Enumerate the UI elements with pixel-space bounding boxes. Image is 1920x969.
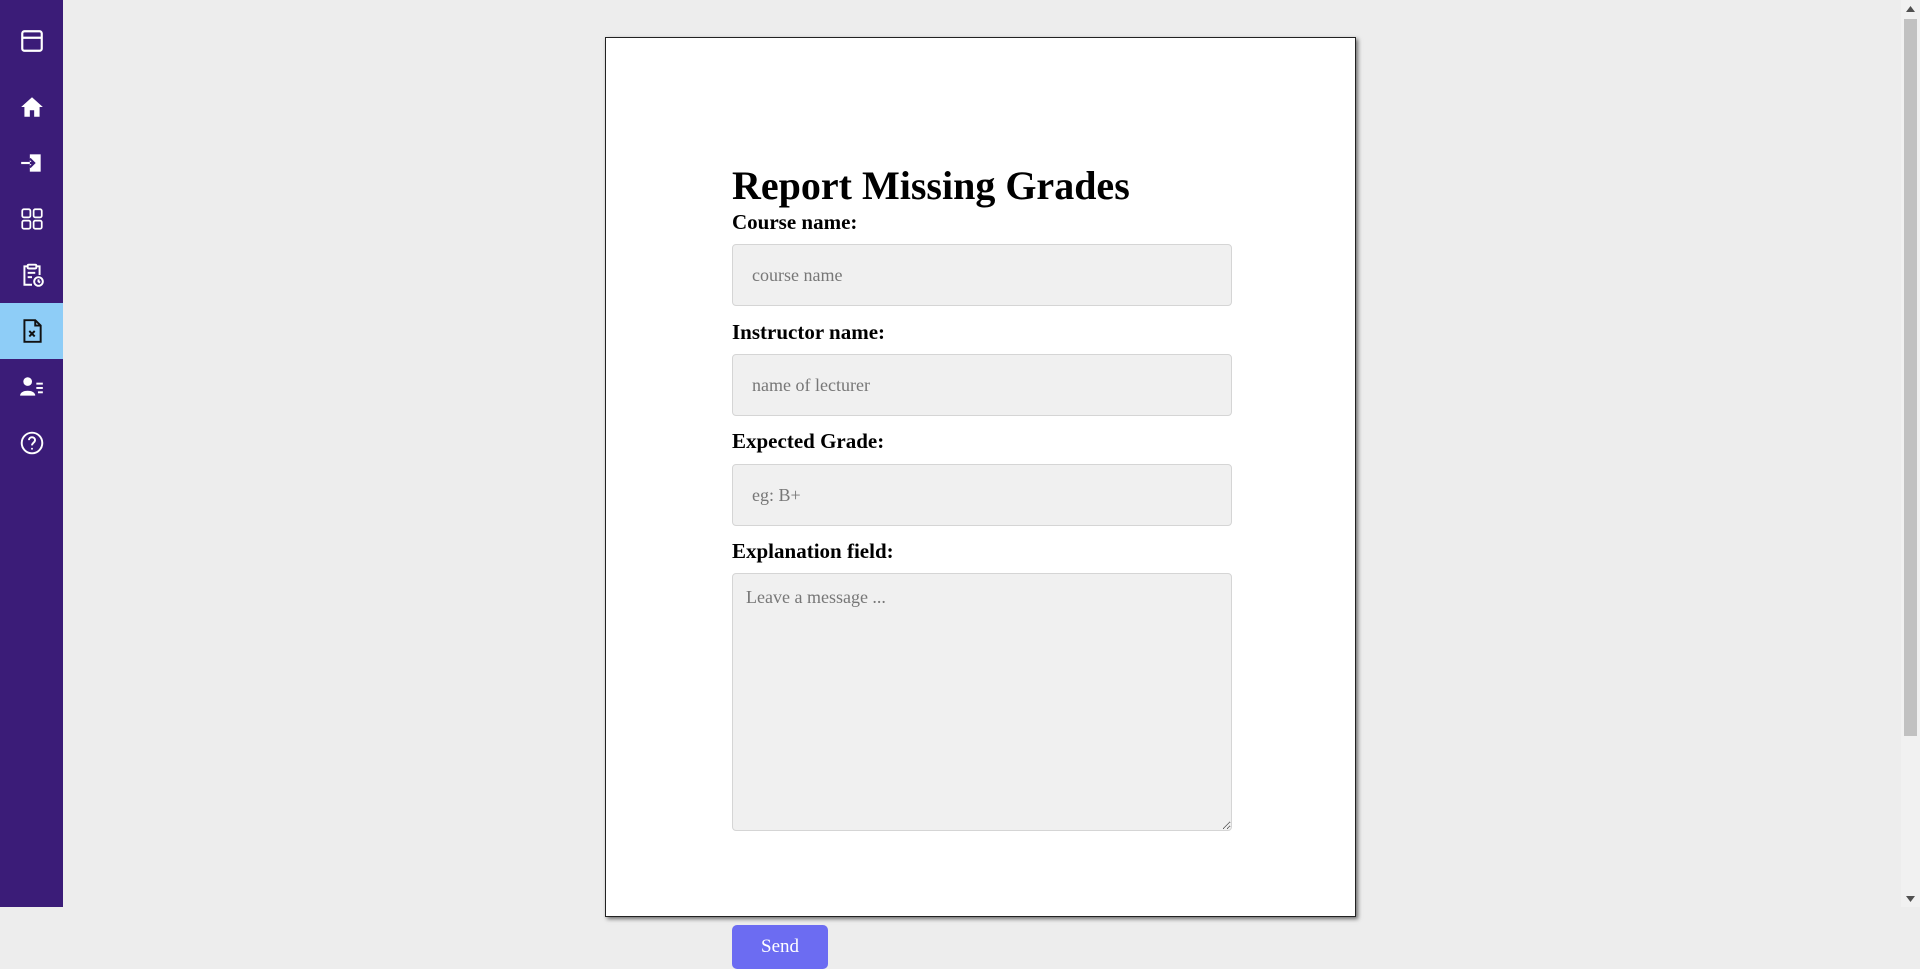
sidebar-item-schedule[interactable] — [0, 247, 63, 303]
sidebar-item-missing-grades[interactable] — [0, 303, 63, 359]
report-form: Report Missing Grades Course name: Instr… — [732, 162, 1232, 969]
send-button[interactable]: Send — [732, 925, 828, 969]
chevron-down-icon — [1906, 895, 1915, 902]
instructor-name-input[interactable] — [732, 354, 1232, 416]
report-card: Report Missing Grades Course name: Instr… — [605, 37, 1356, 969]
sidebar — [0, 0, 63, 907]
instructor-name-label: Instructor name: — [732, 320, 886, 344]
vertical-scrollbar[interactable] — [1901, 0, 1920, 907]
course-name-input[interactable] — [732, 244, 1232, 306]
window-icon — [20, 30, 43, 52]
login-icon — [20, 154, 41, 172]
help-circle-icon — [20, 431, 43, 455]
home-icon — [20, 97, 43, 117]
explanation-label: Explanation field: — [732, 539, 894, 563]
user-list-icon — [19, 377, 43, 396]
expected-grade-input[interactable] — [732, 464, 1232, 526]
explanation-textarea[interactable] — [732, 573, 1232, 831]
sidebar-item-dashboard[interactable] — [0, 191, 63, 247]
scroll-thumb[interactable] — [1904, 19, 1917, 736]
sidebar-item-home[interactable] — [0, 79, 63, 135]
sidebar-item-users[interactable] — [0, 359, 63, 415]
dashboard-grid-icon — [20, 208, 43, 230]
course-name-label: Course name: — [732, 210, 858, 234]
file-x-icon — [22, 319, 42, 343]
sidebar-item-help[interactable] — [0, 415, 63, 471]
expected-grade-label: Expected Grade: — [732, 429, 885, 453]
chevron-up-icon — [1906, 5, 1915, 12]
sidebar-item-window[interactable] — [0, 13, 63, 69]
page-title: Report Missing Grades — [732, 163, 1130, 208]
clipboard-clock-icon — [22, 263, 44, 287]
scroll-down-arrow[interactable] — [1901, 890, 1920, 907]
scroll-up-arrow[interactable] — [1901, 0, 1920, 17]
sidebar-item-login[interactable] — [0, 135, 63, 191]
